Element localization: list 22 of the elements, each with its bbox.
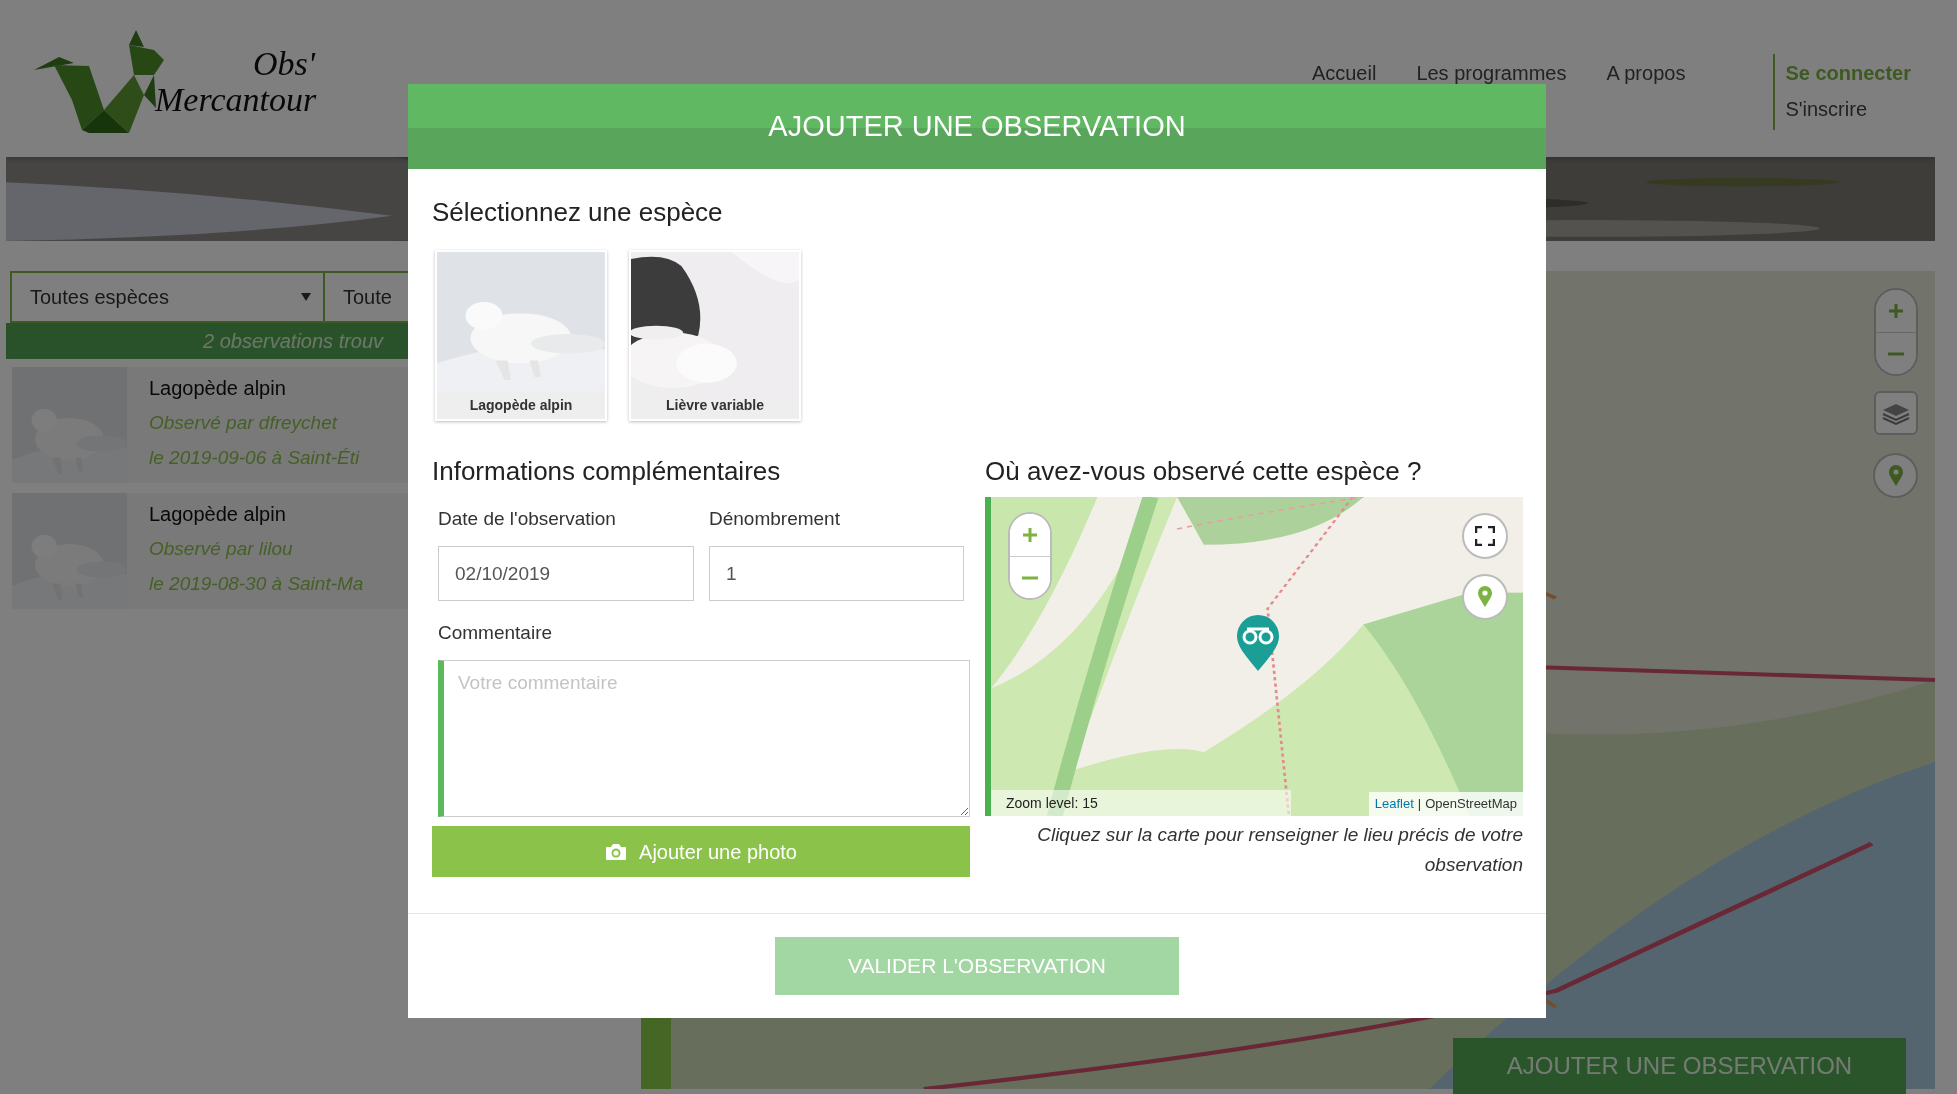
- date-place-text: le 2019-08-30 à Saint-Ma: [149, 571, 364, 596]
- species-caption: Lagopède alpin: [437, 391, 605, 419]
- caret-icon: [301, 293, 311, 301]
- observer-text: Observé par dfreychet: [149, 411, 339, 435]
- field-label: Commentaire: [438, 621, 554, 645]
- account-link[interactable]: S'inscrire: [1785, 94, 1911, 124]
- observer-text: Observé par lilou: [149, 537, 294, 561]
- modal-title: AJOUTER UNE OBSERVATION: [768, 109, 1186, 144]
- logo-text: Mercantour: [155, 81, 315, 118]
- species-name: Lagopède alpin: [149, 376, 287, 401]
- field-label: Date de l'observation: [438, 507, 617, 531]
- date-field[interactable]: 02/10/2019: [438, 546, 694, 601]
- species-name: Lagopède alpin: [149, 502, 287, 527]
- filter-dropdown[interactable]: Toutes espèces: [10, 271, 325, 323]
- nav-link[interactable]: Les programmes: [1416, 58, 1567, 88]
- nav-link[interactable]: A propos: [1606, 58, 1686, 88]
- logo-text: Obs': [252, 45, 315, 82]
- camera-icon: [605, 842, 628, 861]
- section-heading: Sélectionnez une espèce: [432, 196, 724, 228]
- date-place-text: le 2019-09-06 à Saint-Éti: [149, 445, 360, 470]
- nav-link[interactable]: Accueil: [1311, 58, 1377, 88]
- species-card[interactable]: Lagopède alpin: [435, 250, 607, 421]
